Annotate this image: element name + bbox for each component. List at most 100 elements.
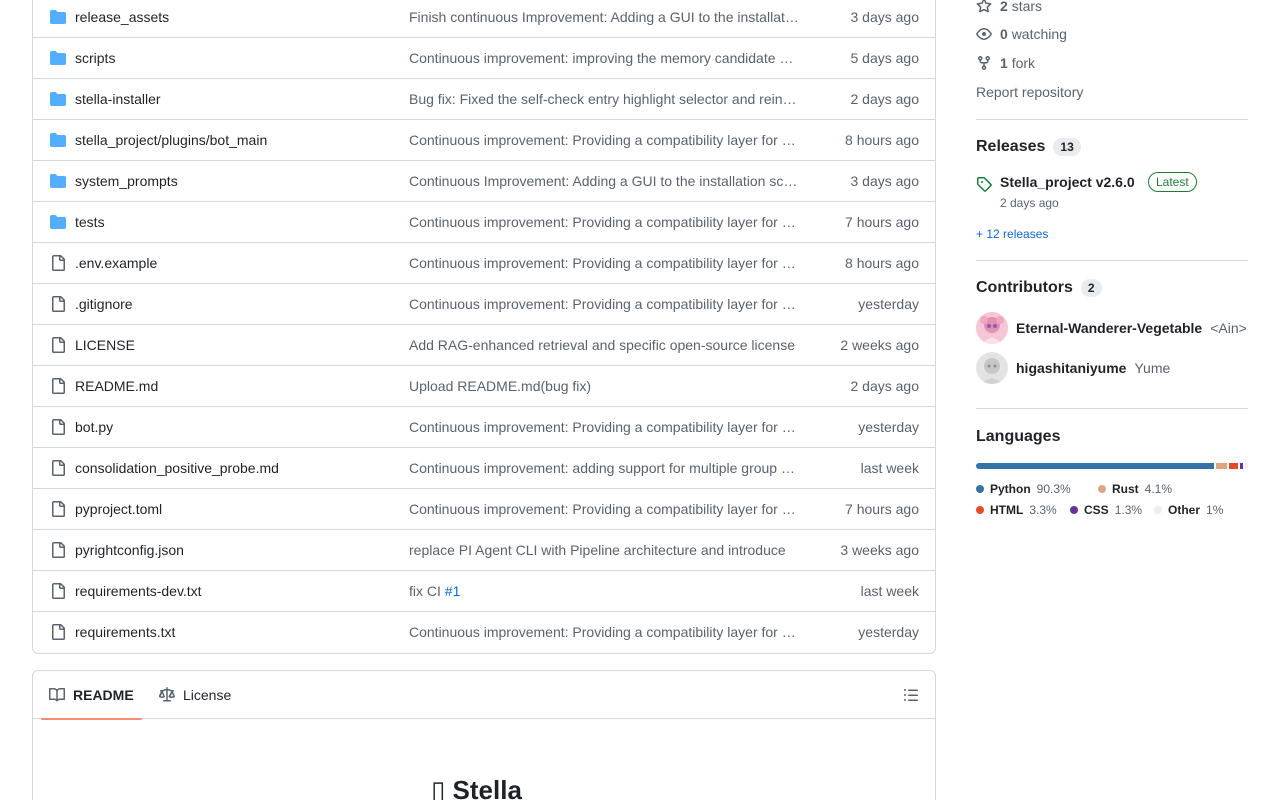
- language-bar: [976, 463, 1248, 469]
- language-item[interactable]: CSS 1.3%: [1070, 503, 1142, 517]
- file-icon: [49, 419, 67, 435]
- file-icon: [49, 296, 67, 312]
- fork-label: fork: [1011, 55, 1036, 71]
- report-repository-link[interactable]: Report repository: [976, 84, 1083, 100]
- commit-message-link[interactable]: Continuous improvement: Providing a comp…: [409, 255, 799, 271]
- file-name-link[interactable]: LICENSE: [75, 337, 135, 353]
- file-row[interactable]: requirements.txt Continuous improvement: …: [33, 612, 935, 653]
- file-row[interactable]: pyrightconfig.json replace PI Agent CLI w…: [33, 530, 935, 571]
- file-name-link[interactable]: bot.py: [75, 419, 113, 435]
- file-name-link[interactable]: pyrightconfig.json: [75, 542, 184, 558]
- file-name-link[interactable]: README.md: [75, 378, 158, 394]
- contributors-heading[interactable]: Contributors 2: [976, 279, 1102, 297]
- file-icon: [49, 624, 67, 640]
- commit-message-text: Add RAG-enhanced retrieval and specific …: [409, 337, 795, 353]
- language-dot: [1098, 485, 1106, 493]
- file-name-link[interactable]: stella-installer: [75, 91, 161, 107]
- file-row[interactable]: system_prompts Continuous Improvement: Ad…: [33, 161, 935, 202]
- file-row[interactable]: pyproject.toml Continuous improvement: Pr…: [33, 489, 935, 530]
- folder-icon: [49, 50, 67, 66]
- commit-time: yesterday: [858, 296, 919, 312]
- divider: [976, 260, 1248, 261]
- commit-message-text: Bug fix: Fixed the self-check entry high…: [409, 91, 799, 107]
- book-icon: [49, 687, 65, 702]
- file-row[interactable]: bot.py Continuous improvement: Providing …: [33, 407, 935, 448]
- language-item[interactable]: HTML 3.3%: [976, 503, 1057, 517]
- commit-message-link[interactable]: Continuous improvement: Providing a comp…: [409, 296, 799, 312]
- language-percent: 1%: [1206, 503, 1224, 517]
- tab-readme[interactable]: README: [41, 671, 142, 720]
- commit-message-link[interactable]: replace PI Agent CLI with Pipeline archi…: [409, 542, 799, 558]
- tag-icon: [977, 177, 992, 192]
- file-name-link[interactable]: consolidation_positive_probe.md: [75, 460, 279, 476]
- more-releases-link[interactable]: + 12 releases: [976, 227, 1048, 241]
- file-name-link[interactable]: stella_project/plugins/bot_main: [75, 132, 267, 148]
- file-name-link[interactable]: release_assets: [75, 9, 169, 25]
- outline-list-icon[interactable]: [903, 687, 919, 703]
- language-percent: 90.3%: [1036, 482, 1071, 496]
- folder-icon: [49, 9, 67, 25]
- file-row[interactable]: requirements-dev.txt fix CI #1 last week: [33, 571, 935, 612]
- commit-message-link[interactable]: Upload README.md(bug fix): [409, 378, 799, 394]
- commit-message-link[interactable]: Continuous improvement: Providing a comp…: [409, 132, 799, 148]
- commit-message-text: Continuous improvement: Providing a comp…: [409, 255, 799, 271]
- commit-message-link[interactable]: Continuous Improvement: Adding a GUI to …: [409, 173, 799, 189]
- file-row[interactable]: stella_project/plugins/bot_main Continuou…: [33, 120, 935, 161]
- file-row[interactable]: consolidation_positive_probe.md Continuou…: [33, 448, 935, 489]
- commit-message-text: Continuous improvement: Providing a comp…: [409, 501, 799, 517]
- file-name-link[interactable]: system_prompts: [75, 173, 178, 189]
- language-item[interactable]: Rust 4.1%: [1098, 482, 1172, 496]
- language-percent: 1.3%: [1114, 503, 1143, 517]
- star-icon: [976, 0, 992, 13]
- commit-message-text: Continuous improvement: improving the me…: [409, 50, 799, 66]
- language-dot: [976, 485, 984, 493]
- commit-message-link[interactable]: Continuous improvement: improving the me…: [409, 50, 799, 66]
- commit-message-link[interactable]: fix CI #1: [409, 583, 799, 599]
- language-item[interactable]: Python 90.3%: [976, 482, 1071, 496]
- forks-link[interactable]: 1 fork: [976, 55, 1035, 71]
- file-icon: [49, 255, 67, 271]
- readme-heading: ▯ Stella: [431, 775, 522, 800]
- file-row[interactable]: tests Continuous improvement: Providing a…: [33, 202, 935, 243]
- tab-license[interactable]: License: [159, 671, 231, 719]
- file-row[interactable]: .env.example Continuous improvement: Prov…: [33, 243, 935, 284]
- stars-link[interactable]: 2 stars: [976, 0, 1042, 14]
- file-name-link[interactable]: .gitignore: [75, 296, 133, 312]
- commit-message-link[interactable]: Add RAG-enhanced retrieval and specific …: [409, 337, 799, 353]
- file-name-link[interactable]: scripts: [75, 50, 115, 66]
- releases-heading[interactable]: Releases 13: [976, 138, 1081, 156]
- file-name-link[interactable]: tests: [75, 214, 105, 230]
- file-name-link[interactable]: requirements.txt: [75, 624, 175, 640]
- file-row[interactable]: LICENSE Add RAG-enhanced retrieval and sp…: [33, 325, 935, 366]
- file-name-link[interactable]: pyproject.toml: [75, 501, 162, 517]
- commit-message-link[interactable]: Bug fix: Fixed the self-check entry high…: [409, 91, 799, 107]
- latest-badge: Latest: [1148, 172, 1197, 192]
- watching-link[interactable]: 0 watching: [976, 26, 1067, 42]
- file-row[interactable]: stella-installer Bug fix: Fixed the self-…: [33, 79, 935, 120]
- commit-message-link[interactable]: Continuous improvement: Providing a comp…: [409, 419, 799, 435]
- commit-message-text: fix CI: [409, 583, 445, 599]
- tab-license-label: License: [183, 687, 232, 703]
- language-item[interactable]: Other 1%: [1154, 503, 1223, 517]
- file-row[interactable]: README.md Upload README.md(bug fix) 2 days…: [33, 366, 935, 407]
- file-row[interactable]: release_assets Finish continuous Improvem…: [33, 0, 935, 38]
- commit-message-link[interactable]: Continuous improvement: Providing a comp…: [409, 214, 799, 230]
- readme-panel: README License ▯ Stella: [32, 670, 936, 800]
- file-row[interactable]: scripts Continuous improvement: improving…: [33, 38, 935, 79]
- file-name-link[interactable]: requirements-dev.txt: [75, 583, 202, 599]
- contributor-item[interactable]: higashitaniyume Yume: [976, 352, 1170, 384]
- commit-message-link[interactable]: Continuous improvement: adding support f…: [409, 460, 799, 476]
- commit-time: last week: [860, 460, 919, 476]
- language-name: Rust: [1112, 482, 1139, 496]
- commit-message-link[interactable]: Continuous improvement: Providing a comp…: [409, 501, 799, 517]
- commit-message-link[interactable]: Continuous improvement: Providing a comp…: [409, 624, 799, 640]
- file-row[interactable]: .gitignore Continuous improvement: Provid…: [33, 284, 935, 325]
- file-name-link[interactable]: .env.example: [75, 255, 157, 271]
- language-bar-segment: [1239, 463, 1244, 469]
- release-date: 2 days ago: [1000, 196, 1059, 210]
- commit-issue-link[interactable]: #1: [445, 583, 461, 599]
- commit-message-text: Continuous improvement: adding support f…: [409, 460, 799, 476]
- contributor-item[interactable]: Eternal-Wanderer-Vegetable <Ain>: [976, 312, 1247, 344]
- commit-message-link[interactable]: Finish continuous Improvement: Adding a …: [409, 9, 799, 25]
- watching-label: watching: [1011, 26, 1067, 42]
